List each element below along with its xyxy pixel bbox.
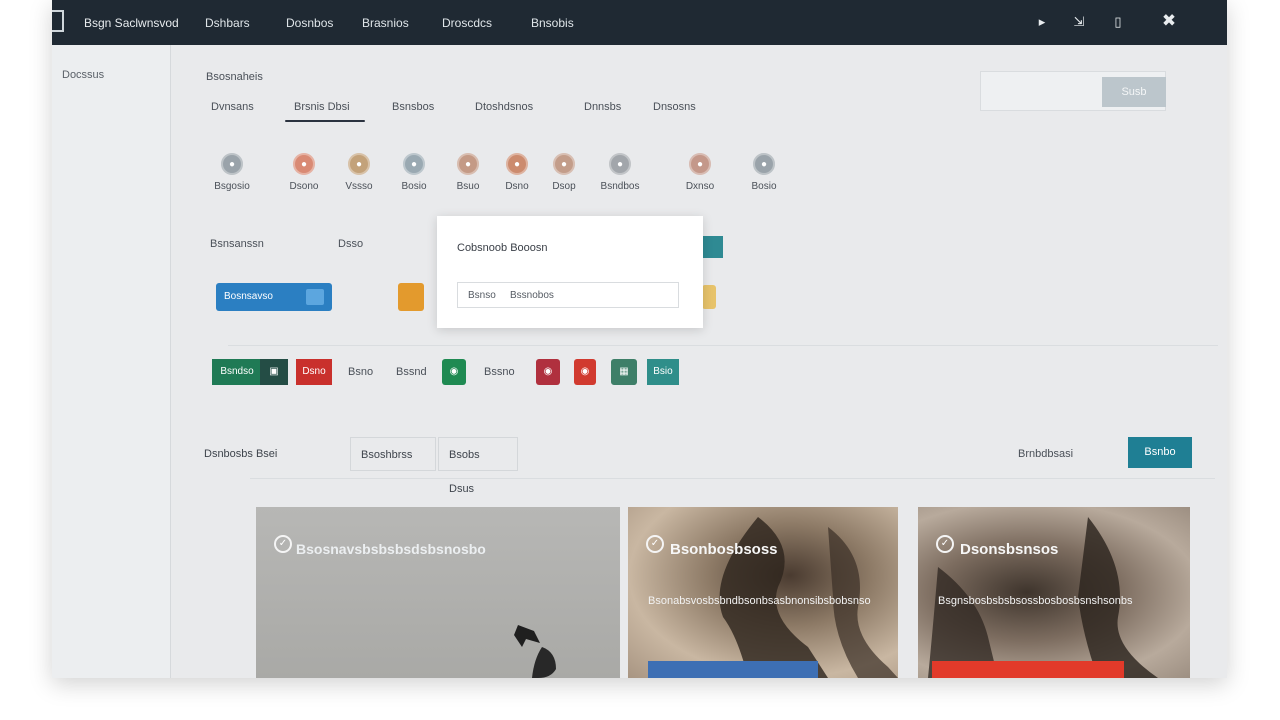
icon-label: Dsop: [552, 181, 576, 192]
card-progress-bar: [648, 661, 818, 678]
red-button[interactable]: Dsno: [296, 359, 332, 385]
filter-tab[interactable]: Bsoshbrss: [350, 437, 436, 471]
filter-tab[interactable]: Dsnbosbs Bsei: [194, 437, 287, 471]
divider: [228, 345, 1218, 346]
media-card[interactable]: ✓ Bsonbosbsoss Bsonabsvosbsbndbsonbsasbn…: [628, 507, 898, 678]
nav-item[interactable]: Droscdcs: [442, 16, 492, 30]
action-button[interactable]: Bsnbo: [1128, 437, 1192, 468]
app-icon: ●: [506, 153, 528, 175]
icon-shortcut[interactable]: ● Bosio: [732, 153, 796, 192]
modal-input[interactable]: Bsnso Bssnobos: [457, 282, 679, 308]
text-button[interactable]: Bsno: [348, 366, 373, 378]
search-button[interactable]: Susb: [1102, 77, 1166, 107]
icon-label: Bosio: [751, 181, 777, 192]
yellow-button[interactable]: [702, 285, 716, 309]
badge-icon: ✓: [646, 535, 664, 553]
primary-button-label: Bosnsavso: [224, 291, 273, 302]
app-icon: ●: [609, 153, 631, 175]
device-icon[interactable]: ▯: [1109, 14, 1127, 30]
brand-name[interactable]: Bsgn Saclwnsvod: [84, 16, 179, 30]
green-grid-button[interactable]: ▦: [611, 359, 637, 385]
tab-active[interactable]: Brsnis Dbsi: [294, 101, 350, 113]
bell-icon[interactable]: ▸: [1033, 14, 1051, 30]
teal-small-button[interactable]: [703, 236, 723, 258]
top-bar: Bsgn Saclwnsvod Dshbars Dosnbos Brasnios…: [52, 0, 1227, 45]
red-icon-button[interactable]: ◉: [574, 359, 596, 385]
icon-label: Bsndbos: [600, 181, 640, 192]
card-image: [514, 625, 556, 678]
card-progress-bar: [932, 661, 1124, 678]
app-icon: ●: [221, 153, 243, 175]
red-icon-button[interactable]: ◉: [536, 359, 560, 385]
nav-item[interactable]: Dosnbos: [286, 16, 333, 30]
active-tab-indicator: [285, 120, 365, 122]
nav-item[interactable]: Bnsobis: [531, 16, 574, 30]
app-icon: ●: [689, 153, 711, 175]
tab[interactable]: Dtoshdsnos: [475, 101, 533, 113]
sort-label[interactable]: Brnbdbsasi: [1018, 448, 1073, 460]
teal-button[interactable]: Bsio: [647, 359, 679, 385]
green-icon-button[interactable]: ◉: [442, 359, 466, 385]
app-icon: ●: [753, 153, 775, 175]
card-title: Bsonbosbsoss: [670, 541, 778, 558]
green-button[interactable]: Bsndso: [212, 359, 262, 385]
tools-icon[interactable]: ✖: [1160, 11, 1178, 31]
media-card[interactable]: ✓ Bsosnavsbsbsbsdsbsnosbo: [256, 507, 620, 678]
nav-item[interactable]: Dshbars: [205, 16, 250, 30]
app-icon: ●: [348, 153, 370, 175]
modal-field-value: Bssnobos: [510, 290, 554, 301]
section-label: Dsso: [338, 238, 364, 250]
modal-dialog: Cobsnoob Booosn Bsnso Bssnobos: [437, 216, 703, 328]
icon-shortcut[interactable]: ● Dsop: [532, 153, 596, 192]
app-icon: ●: [553, 153, 575, 175]
app-icon: ●: [403, 153, 425, 175]
tab[interactable]: Bsnsbos: [392, 101, 434, 113]
icon-label: Dxnso: [685, 181, 715, 192]
sidebar: Docssus: [52, 45, 171, 678]
app-logo-icon[interactable]: [52, 10, 64, 32]
main-content: Bsosnaheis Dvnsans Brsnis Dbsi Bsnsbos D…: [170, 45, 1227, 678]
modal-title: Cobsnoob Booosn: [457, 242, 548, 254]
section-label: Bsnsanssn: [210, 238, 264, 250]
page-title: Bsosnaheis: [206, 71, 263, 83]
nav-item[interactable]: Brasnios: [362, 16, 409, 30]
share-icon[interactable]: ⇲: [1070, 14, 1088, 30]
card-description: Bsgnsbosbsbsbsossbosbosbsnshsonbs: [938, 595, 1133, 607]
icon-shortcut[interactable]: ● Dxnso: [668, 153, 732, 192]
tab[interactable]: Dnsosns: [653, 101, 696, 113]
icon-shortcut[interactable]: ● Bsgosio: [200, 153, 264, 192]
sidebar-item[interactable]: Docssus: [62, 69, 104, 81]
button-icon: [306, 289, 324, 305]
card-title: Dsonsbsnsos: [960, 541, 1059, 558]
text-button[interactable]: Bssnd: [396, 366, 427, 378]
filter-tab[interactable]: Bsobs Dsus: [438, 437, 518, 495]
icon-shortcut[interactable]: ● Bsndbos: [588, 153, 652, 192]
tab[interactable]: Dnnsbs: [584, 101, 621, 113]
app-icon: ●: [457, 153, 479, 175]
divider: [250, 478, 1215, 479]
badge-icon: ✓: [936, 535, 954, 553]
modal-field-label: Bsnso: [468, 290, 496, 301]
text-button[interactable]: Bssno: [484, 366, 515, 378]
tab[interactable]: Dvnsans: [211, 101, 254, 113]
orange-button[interactable]: [398, 283, 424, 311]
app-window: Bsgn Saclwnsvod Dshbars Dosnbos Brasnios…: [52, 0, 1227, 678]
icon-label: Bsgosio: [214, 181, 250, 192]
media-card[interactable]: ✓ Dsonsbsnsos Bsgnsbosbsbsbsossbosbosbsn…: [918, 507, 1190, 678]
green-button-icon[interactable]: ▣: [260, 359, 288, 385]
card-description: Bsonabsvosbsbndbsonbsasbnonsibsbobsnso: [648, 595, 871, 607]
app-icon: ●: [293, 153, 315, 175]
